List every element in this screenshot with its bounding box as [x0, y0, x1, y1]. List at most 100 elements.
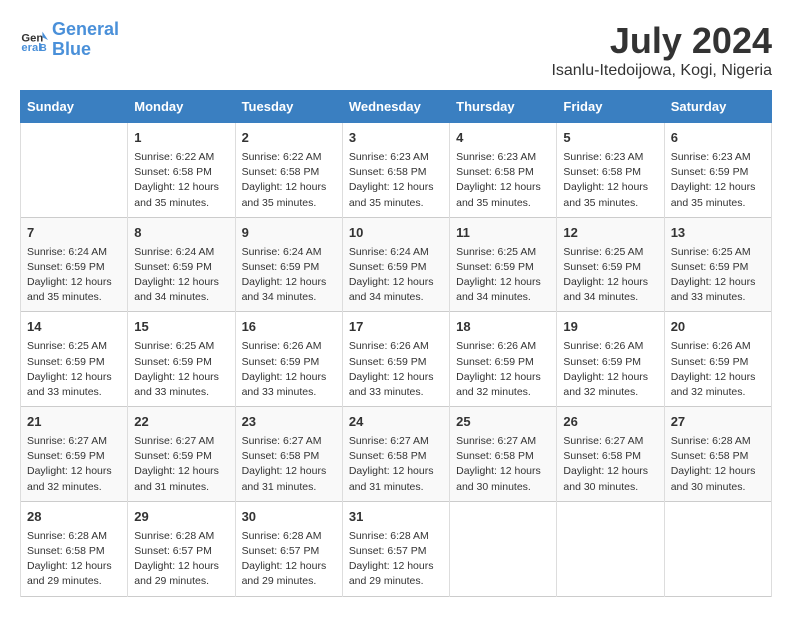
day-cell: 30 Sunrise: 6:28 AM Sunset: 6:57 PM Dayli… [235, 501, 342, 596]
header-tuesday: Tuesday [235, 91, 342, 123]
day-cell [450, 501, 557, 596]
day-cell [664, 501, 771, 596]
day-number: 30 [242, 508, 336, 527]
day-info: Sunrise: 6:23 AM Sunset: 6:58 PM Dayligh… [563, 150, 657, 211]
day-info: Sunrise: 6:27 AM Sunset: 6:58 PM Dayligh… [349, 434, 443, 495]
day-info: Sunrise: 6:27 AM Sunset: 6:58 PM Dayligh… [242, 434, 336, 495]
svg-text:B: B [40, 43, 47, 54]
day-info: Sunrise: 6:26 AM Sunset: 6:59 PM Dayligh… [456, 339, 550, 400]
calendar-table: SundayMondayTuesdayWednesdayThursdayFrid… [20, 90, 772, 597]
day-cell: 3Sunrise: 6:23 AM Sunset: 6:58 PM Daylig… [342, 123, 449, 218]
day-cell: 5 Sunrise: 6:23 AM Sunset: 6:58 PM Daylig… [557, 123, 664, 218]
day-info: Sunrise: 6:25 AM Sunset: 6:59 PM Dayligh… [27, 339, 121, 400]
day-cell: 12Sunrise: 6:25 AM Sunset: 6:59 PM Dayli… [557, 217, 664, 312]
day-cell [21, 123, 128, 218]
day-cell: 24Sunrise: 6:27 AM Sunset: 6:58 PM Dayli… [342, 407, 449, 502]
header-wednesday: Wednesday [342, 91, 449, 123]
day-info: Sunrise: 6:24 AM Sunset: 6:59 PM Dayligh… [242, 245, 336, 306]
day-cell: 16Sunrise: 6:26 AM Sunset: 6:59 PM Dayli… [235, 312, 342, 407]
day-cell: 19Sunrise: 6:26 AM Sunset: 6:59 PM Dayli… [557, 312, 664, 407]
day-cell: 28Sunrise: 6:28 AM Sunset: 6:58 PM Dayli… [21, 501, 128, 596]
day-number: 26 [563, 413, 657, 432]
day-cell [557, 501, 664, 596]
day-cell: 11 Sunrise: 6:25 AM Sunset: 6:59 PM Dayli… [450, 217, 557, 312]
header-saturday: Saturday [664, 91, 771, 123]
day-cell: 2 Sunrise: 6:22 AM Sunset: 6:58 PM Daylig… [235, 123, 342, 218]
day-info: Sunrise: 6:24 AM Sunset: 6:59 PM Dayligh… [349, 245, 443, 306]
logo-icon: Gen eral B [20, 26, 48, 54]
day-info: Sunrise: 6:25 AM Sunset: 6:59 PM Dayligh… [671, 245, 765, 306]
day-info: Sunrise: 6:27 AM Sunset: 6:59 PM Dayligh… [27, 434, 121, 495]
day-cell: 9 Sunrise: 6:24 AM Sunset: 6:59 PM Daylig… [235, 217, 342, 312]
day-number: 8 [134, 224, 228, 243]
day-cell: 21Sunrise: 6:27 AM Sunset: 6:59 PM Dayli… [21, 407, 128, 502]
week-row-3: 14 Sunrise: 6:25 AM Sunset: 6:59 PM Dayli… [21, 312, 772, 407]
day-info: Sunrise: 6:25 AM Sunset: 6:59 PM Dayligh… [134, 339, 228, 400]
day-number: 18 [456, 318, 550, 337]
logo: Gen eral B General Blue [20, 20, 119, 60]
day-number: 23 [242, 413, 336, 432]
day-number: 10 [349, 224, 443, 243]
day-cell: 23 Sunrise: 6:27 AM Sunset: 6:58 PM Dayli… [235, 407, 342, 502]
day-cell: 31Sunrise: 6:28 AM Sunset: 6:57 PM Dayli… [342, 501, 449, 596]
day-info: Sunrise: 6:26 AM Sunset: 6:59 PM Dayligh… [349, 339, 443, 400]
svg-text:eral: eral [21, 42, 41, 54]
calendar-header-row: SundayMondayTuesdayWednesdayThursdayFrid… [21, 91, 772, 123]
day-cell: 20Sunrise: 6:26 AM Sunset: 6:59 PM Dayli… [664, 312, 771, 407]
day-number: 5 [563, 129, 657, 148]
day-cell: 4Sunrise: 6:23 AM Sunset: 6:58 PM Daylig… [450, 123, 557, 218]
day-number: 13 [671, 224, 765, 243]
day-cell: 25 Sunrise: 6:27 AM Sunset: 6:58 PM Dayli… [450, 407, 557, 502]
day-number: 9 [242, 224, 336, 243]
header-thursday: Thursday [450, 91, 557, 123]
day-cell: 18 Sunrise: 6:26 AM Sunset: 6:59 PM Dayli… [450, 312, 557, 407]
week-row-4: 21Sunrise: 6:27 AM Sunset: 6:59 PM Dayli… [21, 407, 772, 502]
day-info: Sunrise: 6:27 AM Sunset: 6:58 PM Dayligh… [563, 434, 657, 495]
day-cell: 22 Sunrise: 6:27 AM Sunset: 6:59 PM Dayli… [128, 407, 235, 502]
day-cell: 13 Sunrise: 6:25 AM Sunset: 6:59 PM Dayli… [664, 217, 771, 312]
day-info: Sunrise: 6:28 AM Sunset: 6:58 PM Dayligh… [671, 434, 765, 495]
page-header: Gen eral B General Blue July 2024 Isanlu… [20, 20, 772, 80]
location-title: Isanlu-Itedoijowa, Kogi, Nigeria [551, 62, 772, 80]
day-number: 17 [349, 318, 443, 337]
day-number: 15 [134, 318, 228, 337]
day-cell: 6 Sunrise: 6:23 AM Sunset: 6:59 PM Daylig… [664, 123, 771, 218]
day-number: 31 [349, 508, 443, 527]
day-cell: 17 Sunrise: 6:26 AM Sunset: 6:59 PM Dayli… [342, 312, 449, 407]
day-number: 4 [456, 129, 550, 148]
day-info: Sunrise: 6:27 AM Sunset: 6:59 PM Dayligh… [134, 434, 228, 495]
day-cell: 7Sunrise: 6:24 AM Sunset: 6:59 PM Daylig… [21, 217, 128, 312]
day-cell: 1Sunrise: 6:22 AM Sunset: 6:58 PM Daylig… [128, 123, 235, 218]
header-monday: Monday [128, 91, 235, 123]
day-cell: 27 Sunrise: 6:28 AM Sunset: 6:58 PM Dayli… [664, 407, 771, 502]
day-number: 3 [349, 129, 443, 148]
day-info: Sunrise: 6:28 AM Sunset: 6:57 PM Dayligh… [134, 529, 228, 590]
day-number: 20 [671, 318, 765, 337]
day-cell: 14 Sunrise: 6:25 AM Sunset: 6:59 PM Dayli… [21, 312, 128, 407]
day-info: Sunrise: 6:24 AM Sunset: 6:59 PM Dayligh… [134, 245, 228, 306]
title-block: July 2024 Isanlu-Itedoijowa, Kogi, Niger… [551, 20, 772, 80]
week-row-5: 28Sunrise: 6:28 AM Sunset: 6:58 PM Dayli… [21, 501, 772, 596]
day-number: 1 [134, 129, 228, 148]
day-number: 22 [134, 413, 228, 432]
logo-line1: General [52, 20, 119, 40]
day-number: 27 [671, 413, 765, 432]
day-info: Sunrise: 6:27 AM Sunset: 6:58 PM Dayligh… [456, 434, 550, 495]
day-info: Sunrise: 6:25 AM Sunset: 6:59 PM Dayligh… [456, 245, 550, 306]
day-number: 12 [563, 224, 657, 243]
day-cell: 15 Sunrise: 6:25 AM Sunset: 6:59 PM Dayli… [128, 312, 235, 407]
day-number: 6 [671, 129, 765, 148]
month-title: July 2024 [551, 20, 772, 62]
header-friday: Friday [557, 91, 664, 123]
day-info: Sunrise: 6:28 AM Sunset: 6:57 PM Dayligh… [242, 529, 336, 590]
day-number: 29 [134, 508, 228, 527]
day-info: Sunrise: 6:23 AM Sunset: 6:59 PM Dayligh… [671, 150, 765, 211]
day-number: 11 [456, 224, 550, 243]
day-number: 19 [563, 318, 657, 337]
day-number: 14 [27, 318, 121, 337]
day-number: 25 [456, 413, 550, 432]
day-info: Sunrise: 6:22 AM Sunset: 6:58 PM Dayligh… [242, 150, 336, 211]
day-number: 2 [242, 129, 336, 148]
day-info: Sunrise: 6:24 AM Sunset: 6:59 PM Dayligh… [27, 245, 121, 306]
day-cell: 8 Sunrise: 6:24 AM Sunset: 6:59 PM Daylig… [128, 217, 235, 312]
